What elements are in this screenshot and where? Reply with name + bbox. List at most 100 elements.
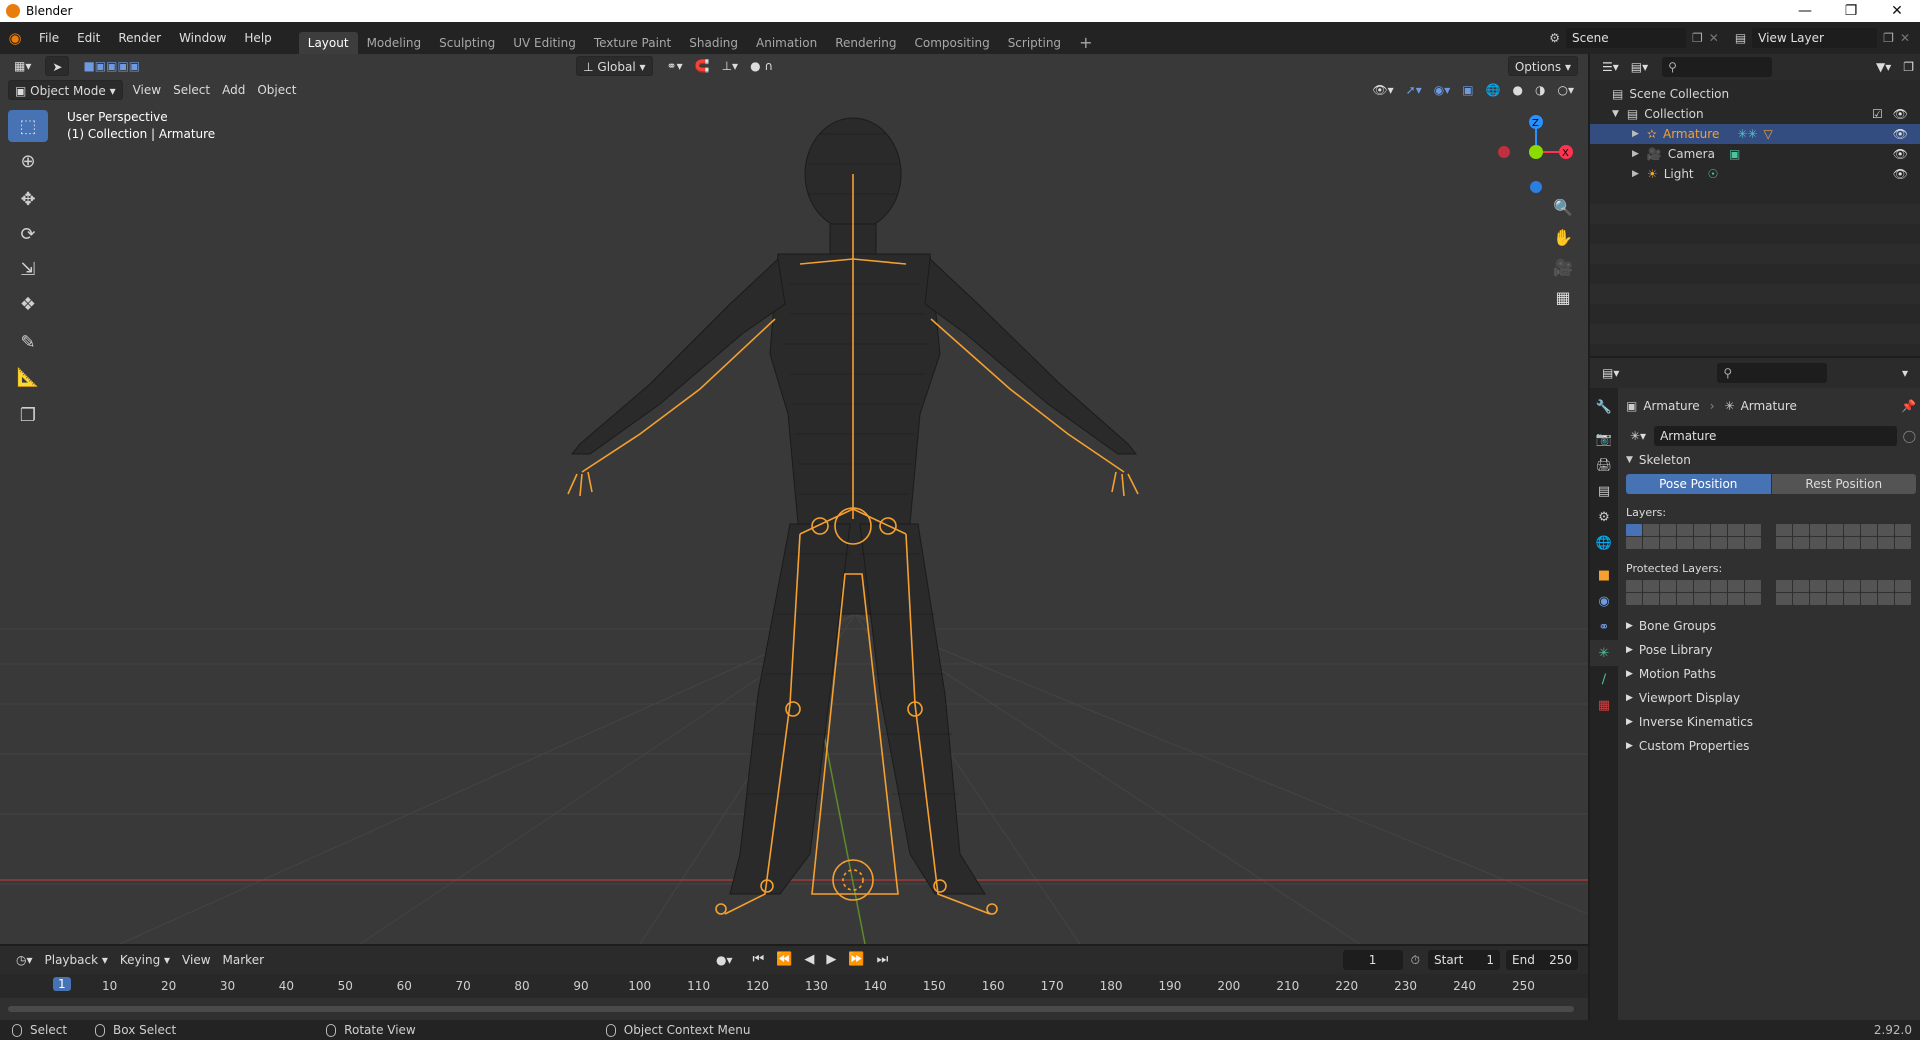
menu-edit[interactable]: Edit	[68, 22, 109, 54]
play-icon[interactable]: ▶	[820, 950, 842, 970]
panel-viewport-display[interactable]: ▶ Viewport Display	[1626, 686, 1916, 710]
expand-arrow-icon[interactable]: ▶	[1632, 149, 1639, 159]
minimize-icon[interactable]: —	[1782, 3, 1828, 19]
scene-icon[interactable]: ⚙	[1549, 31, 1560, 45]
tab-sculpting[interactable]: Sculpting	[430, 32, 504, 54]
object-tab-icon[interactable]: ■	[1590, 562, 1618, 588]
tool-tab-icon[interactable]: 🔧	[1590, 394, 1618, 420]
options-dropdown[interactable]: Options ▾	[1507, 56, 1578, 76]
new-collection-icon[interactable]: ❐	[1897, 57, 1920, 77]
annotate-icon[interactable]: ✎	[8, 326, 48, 358]
menu-view[interactable]: View	[127, 80, 167, 100]
rotate-icon[interactable]: ⟳	[8, 218, 48, 250]
select-set-icons[interactable]: ■▣▣▣▣	[77, 56, 146, 76]
expand-arrow-icon[interactable]: ▶	[1632, 129, 1639, 139]
current-frame-field[interactable]: 1	[1342, 950, 1403, 970]
keying-dropdown[interactable]: Keying ▾	[114, 950, 176, 970]
preview-range-icon[interactable]: ⏱	[1411, 953, 1420, 968]
skeleton-panel-header[interactable]: ▼ Skeleton	[1626, 448, 1916, 472]
pan-hand-icon[interactable]: ✋	[1548, 222, 1578, 252]
outliner-editor-type-icon[interactable]: ☰▾	[1596, 57, 1625, 77]
tab-uv-editing[interactable]: UV Editing	[504, 32, 585, 54]
expand-arrow-icon[interactable]: ▶	[1632, 169, 1639, 179]
playhead-frame[interactable]: 1	[53, 977, 71, 991]
view-layer-field[interactable]: View Layer	[1752, 28, 1878, 48]
bone-tab-icon[interactable]: ∕	[1590, 666, 1618, 692]
xray-icon[interactable]: ▣	[1456, 80, 1479, 100]
restore-icon[interactable]: ❐	[1828, 3, 1874, 19]
physics-tab-icon[interactable]: ◉	[1590, 588, 1618, 614]
filter-icon[interactable]: ▼▾	[1870, 57, 1897, 77]
camera-visibility-icon[interactable]: 👁	[1893, 147, 1908, 161]
bone-layers-grid-right[interactable]	[1776, 524, 1911, 549]
display-mode-icon[interactable]: ▤▾	[1625, 57, 1654, 77]
panel-custom-properties[interactable]: ▶ Custom Properties	[1626, 734, 1916, 758]
rendered-shading-icon[interactable]: ○▾	[1552, 80, 1581, 100]
timeline-menu-view[interactable]: View	[176, 950, 216, 970]
tab-modeling[interactable]: Modeling	[358, 32, 431, 54]
scale-icon[interactable]: ⇲	[8, 253, 48, 285]
3d-viewport[interactable]: ▦▾ ➤ ■▣▣▣▣ ⊥ Global ▾ ⚭▾ 🧲 ⊥▾ ● ∩ Option…	[0, 54, 1588, 944]
jump-start-icon[interactable]: ⏮	[747, 950, 771, 970]
properties-editor-type-icon[interactable]: ▤▾	[1596, 363, 1625, 383]
snap-icon[interactable]: 🧲	[689, 56, 716, 76]
menu-help[interactable]: Help	[235, 22, 280, 54]
new-scene-icon[interactable]: ❐	[1692, 31, 1703, 45]
timeline-editor-type-icon[interactable]: ◷▾	[10, 950, 39, 970]
next-keyframe-icon[interactable]: ⏩	[842, 950, 870, 970]
end-frame-field[interactable]: End 250	[1506, 950, 1578, 970]
material-shading-icon[interactable]: ◑	[1529, 80, 1551, 100]
select-mode-icon[interactable]: ➤	[45, 56, 70, 76]
outliner-row-scene-collection[interactable]: ▤ Scene Collection	[1590, 84, 1920, 104]
tab-scripting[interactable]: Scripting	[999, 32, 1070, 54]
fake-user-icon[interactable]: ◯	[1903, 429, 1916, 443]
timeline-menu-marker[interactable]: Marker	[217, 950, 270, 970]
tab-animation[interactable]: Animation	[747, 32, 826, 54]
visibility-icon[interactable]: 👁▾	[1366, 80, 1399, 100]
properties-search-input[interactable]: ⚲	[1717, 363, 1828, 383]
bone-layers-grid-left[interactable]	[1626, 524, 1761, 549]
timeline-scrollbar[interactable]	[8, 1006, 1574, 1012]
close-icon[interactable]: ✕	[1874, 3, 1920, 19]
bone-layer-active[interactable]	[1626, 524, 1642, 536]
move-icon[interactable]: ✥	[8, 183, 48, 215]
panel-pose-library[interactable]: ▶ Pose Library	[1626, 638, 1916, 662]
solid-shading-icon[interactable]: ●	[1507, 80, 1529, 100]
outliner-row-camera[interactable]: ▶ 🎥 Camera ▣ 👁	[1590, 144, 1920, 164]
view-layer-tab-icon[interactable]: ▤	[1590, 478, 1618, 504]
rest-position-button[interactable]: Rest Position	[1771, 474, 1916, 494]
wireframe-shading-icon[interactable]: 🌐	[1480, 80, 1507, 100]
armature-data-tab-icon[interactable]: ✳	[1590, 640, 1618, 666]
gizmos-icon[interactable]: ➚▾	[1400, 80, 1428, 100]
select-box-icon[interactable]: ⬚	[8, 110, 48, 142]
mode-dropdown[interactable]: ▣ Object Mode ▾	[8, 80, 123, 100]
overlays-icon[interactable]: ◉▾	[1428, 80, 1457, 100]
constraints-tab-icon[interactable]: ⚭	[1590, 614, 1618, 640]
protected-layers-grid-left[interactable]	[1626, 580, 1761, 605]
collection-visibility-icon[interactable]: 👁	[1893, 107, 1908, 121]
cursor-icon[interactable]: ⊕	[8, 145, 48, 177]
armature-visibility-icon[interactable]: 👁	[1893, 127, 1908, 141]
playback-dropdown[interactable]: Playback ▾	[39, 950, 114, 970]
prev-keyframe-icon[interactable]: ⏪	[770, 950, 798, 970]
record-keyframe-icon[interactable]: ●▾	[710, 950, 739, 970]
outliner-row-light[interactable]: ▶ ☀ Light ☉ 👁	[1590, 164, 1920, 184]
blender-menu-icon[interactable]: ◉	[0, 29, 30, 47]
pose-position-button[interactable]: Pose Position	[1626, 474, 1771, 494]
transform-orientation-dropdown[interactable]: ⊥ Global ▾	[576, 56, 653, 76]
outliner-row-collection[interactable]: ▼ ▤ Collection ☑ 👁	[1590, 104, 1920, 124]
add-cube-icon[interactable]: ❐	[8, 399, 48, 431]
menu-file[interactable]: File	[30, 22, 68, 54]
menu-window[interactable]: Window	[170, 22, 235, 54]
panel-motion-paths[interactable]: ▶ Motion Paths	[1626, 662, 1916, 686]
outliner-search-input[interactable]: ⚲	[1662, 57, 1773, 77]
menu-render[interactable]: Render	[109, 22, 170, 54]
camera-view-icon[interactable]: 🎥	[1548, 252, 1578, 282]
start-frame-field[interactable]: Start 1	[1428, 950, 1500, 970]
properties-options-icon[interactable]: ▾	[1896, 363, 1914, 383]
delete-view-layer-icon[interactable]: ✕	[1900, 31, 1910, 45]
scene-tab-icon[interactable]: ⚙	[1590, 504, 1618, 530]
menu-object[interactable]: Object	[251, 80, 302, 100]
editor-type-icon[interactable]: ▦▾	[8, 56, 37, 76]
transform-icon[interactable]: ❖	[8, 288, 48, 320]
